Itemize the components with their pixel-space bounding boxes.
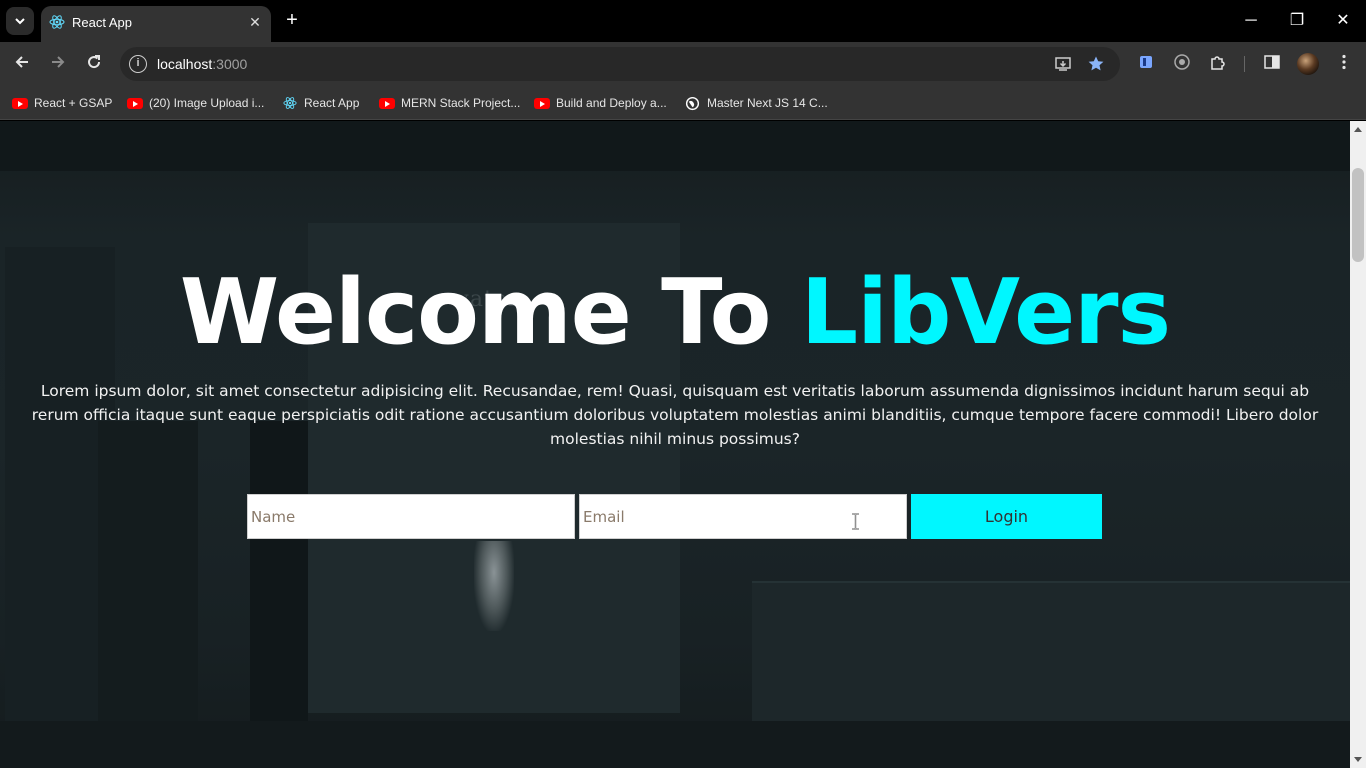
extension-record-icon[interactable] bbox=[1173, 53, 1191, 71]
background-shelf bbox=[0, 121, 1350, 171]
bookmark-item[interactable]: React App bbox=[283, 94, 359, 112]
youtube-icon bbox=[534, 97, 550, 109]
background-book bbox=[98, 421, 198, 761]
back-button[interactable] bbox=[11, 53, 33, 75]
site-info-icon[interactable]: i bbox=[129, 55, 147, 73]
bookmark-label: React + GSAP bbox=[34, 96, 113, 110]
tab-strip: React App ✕ + ─ ❐ ✕ bbox=[0, 0, 1366, 42]
scroll-up-arrow-icon[interactable] bbox=[1354, 127, 1362, 132]
bookmark-label: MERN Stack Project... bbox=[401, 96, 521, 110]
tab-close-button[interactable]: ✕ bbox=[247, 14, 263, 30]
more-menu-icon[interactable] bbox=[1335, 53, 1353, 71]
close-window-button[interactable]: ✕ bbox=[1332, 10, 1354, 32]
login-button[interactable]: Login bbox=[911, 494, 1102, 539]
profile-avatar[interactable] bbox=[1297, 53, 1319, 75]
react-icon bbox=[49, 15, 65, 29]
background-book bbox=[250, 421, 308, 721]
forward-button[interactable] bbox=[47, 53, 69, 75]
scrollbar-thumb[interactable] bbox=[1352, 168, 1364, 262]
bookmark-item[interactable]: React + GSAP bbox=[12, 94, 112, 112]
reload-button[interactable] bbox=[83, 53, 105, 75]
tab-search-button[interactable] bbox=[6, 7, 34, 35]
bookmark-label: React App bbox=[304, 96, 360, 110]
arrow-left-icon bbox=[15, 56, 28, 68]
background-floor bbox=[0, 721, 1350, 768]
bookmark-label: Master Next JS 14 C... bbox=[707, 96, 828, 110]
address-bar[interactable]: i localhost:3000 bbox=[120, 47, 1120, 81]
name-input[interactable] bbox=[247, 494, 575, 539]
tab-title: React App bbox=[72, 15, 132, 30]
bookmark-label: (20) Image Upload i... bbox=[149, 96, 265, 110]
bookmark-item[interactable]: MERN Stack Project... bbox=[379, 94, 520, 112]
bookmark-star-icon[interactable] bbox=[1087, 55, 1105, 73]
address-port: :3000 bbox=[212, 56, 248, 72]
arrow-right-icon bbox=[52, 56, 65, 68]
youtube-icon bbox=[127, 97, 143, 109]
address-host: localhost bbox=[157, 56, 213, 72]
restore-button[interactable]: ❐ bbox=[1286, 10, 1308, 32]
background-book bbox=[752, 581, 1350, 741]
bookmark-item[interactable]: Build and Deploy a... bbox=[534, 94, 667, 112]
browser-toolbar: i localhost:3000 bbox=[0, 42, 1366, 86]
bookmark-item[interactable]: (20) Image Upload i... bbox=[127, 94, 264, 112]
minimize-button[interactable]: ─ bbox=[1240, 10, 1262, 32]
chevron-down-icon bbox=[15, 18, 25, 25]
install-app-icon[interactable] bbox=[1054, 55, 1072, 73]
bookmark-label: Build and Deploy a... bbox=[556, 96, 667, 110]
hero-description: Lorem ipsum dolor, sit amet consectetur … bbox=[31, 382, 1319, 448]
address-text: localhost:3000 bbox=[157, 56, 247, 72]
hero-title-prefix: Welcome To bbox=[179, 260, 801, 365]
new-tab-button[interactable]: + bbox=[281, 10, 303, 32]
bookmark-item[interactable]: Master Next JS 14 C... bbox=[685, 94, 828, 112]
youtube-icon bbox=[12, 97, 28, 109]
background-figure bbox=[474, 541, 514, 631]
side-panel-icon[interactable] bbox=[1263, 53, 1281, 71]
page-viewport: water Welcome To LibVers Lorem ipsum dol… bbox=[0, 121, 1350, 768]
page-scrollbar[interactable] bbox=[1350, 121, 1366, 768]
extension-bookmark-icon[interactable] bbox=[1137, 53, 1155, 71]
text-cursor-icon bbox=[852, 513, 859, 530]
reload-icon bbox=[88, 55, 101, 69]
scroll-down-arrow-icon[interactable] bbox=[1354, 757, 1362, 762]
youtube-icon bbox=[379, 97, 395, 109]
globe-icon bbox=[685, 96, 700, 110]
react-icon bbox=[283, 97, 297, 109]
toolbar-divider bbox=[1244, 56, 1245, 72]
hero-title: Welcome To LibVers bbox=[0, 263, 1350, 363]
bookmarks-bar: React + GSAP (20) Image Upload i... Reac… bbox=[0, 86, 1366, 120]
extensions-puzzle-icon[interactable] bbox=[1209, 53, 1227, 71]
hero-title-accent: LibVers bbox=[800, 260, 1171, 365]
tab-react-app[interactable]: React App ✕ bbox=[41, 6, 271, 42]
